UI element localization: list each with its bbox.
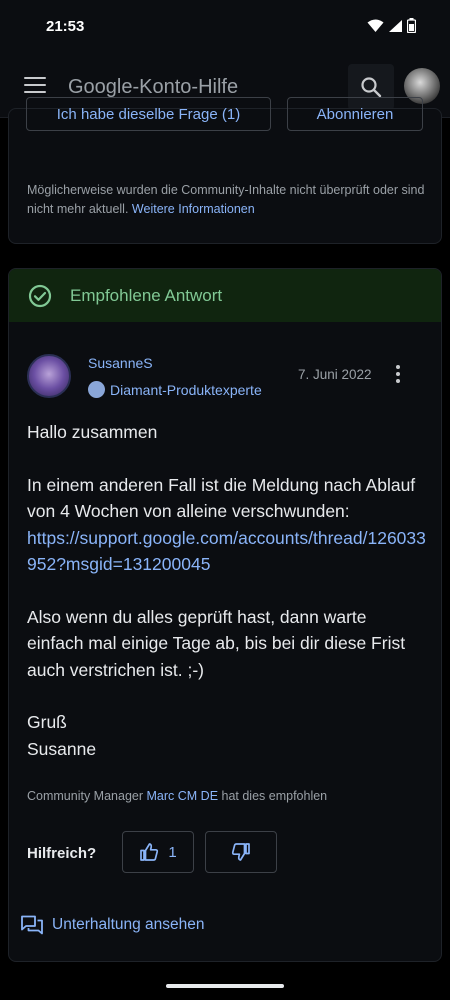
upvote-count: 1: [168, 843, 177, 861]
view-conversation-label: Unterhaltung ansehen: [52, 916, 205, 933]
signature: Susanne: [27, 738, 97, 759]
author-badge: Diamant-Produktexperte: [88, 381, 262, 398]
endorse-suffix: hat dies empfohlen: [218, 789, 328, 803]
same-question-button[interactable]: Ich habe dieselbe Frage (1): [26, 97, 271, 131]
forum-icon: [21, 915, 43, 935]
author-avatar[interactable]: [27, 354, 71, 398]
recommended-answer-card: Empfohlene Antwort SusanneS Diamant-Prod…: [8, 268, 442, 962]
content: Ich habe dieselbe Frage (1) Abonnieren M…: [0, 97, 450, 1000]
status-bar: 21:53: [0, 0, 450, 56]
status-icons: [367, 18, 416, 33]
post-date: 7. Juni 2022: [298, 367, 372, 382]
thumb-up-icon: [140, 843, 159, 861]
badge-icon: [88, 381, 105, 398]
more-vert-icon[interactable]: [394, 365, 402, 387]
thread-link[interactable]: https://support.google.com/accounts/thre…: [27, 528, 426, 575]
check-circle-icon: [28, 284, 52, 307]
upvote-button[interactable]: 1: [122, 831, 194, 873]
recommended-label: Empfohlene Antwort: [70, 285, 223, 305]
answer-body: Hallo zusammen In einem anderen Fall ist…: [27, 419, 427, 762]
author-name[interactable]: SusanneS: [88, 355, 153, 371]
question-card: Ich habe dieselbe Frage (1) Abonnieren M…: [8, 97, 442, 244]
paragraph-2: Also wenn du alles geprüft hast, dann wa…: [27, 606, 406, 680]
battery-icon: [407, 18, 416, 33]
helpful-label: Hilfreich?: [27, 845, 97, 862]
home-indicator[interactable]: [166, 984, 284, 988]
app-title: Google-Konto-Hilfe: [68, 76, 239, 98]
search-icon: [361, 77, 382, 98]
downvote-button[interactable]: [205, 831, 277, 873]
recommended-header: Empfohlene Antwort: [9, 269, 441, 322]
endorse-manager[interactable]: Marc CM DE: [147, 789, 219, 803]
status-time: 21:53: [46, 18, 85, 35]
paragraph-1: In einem anderen Fall ist die Meldung na…: [27, 474, 416, 522]
badge-label[interactable]: Diamant-Produktexperte: [110, 382, 262, 398]
disclaimer: Möglicherweise wurden die Community-Inha…: [27, 181, 427, 219]
signal-icon: [389, 19, 402, 32]
menu-icon[interactable]: [24, 77, 46, 95]
subscribe-button[interactable]: Abonnieren: [287, 97, 423, 131]
view-conversation-link[interactable]: Unterhaltung ansehen: [21, 915, 205, 935]
greeting: Hallo zusammen: [27, 422, 158, 442]
endorse-prefix: Community Manager: [27, 789, 147, 803]
learn-more-link[interactable]: Weitere Informationen: [132, 202, 255, 216]
thumb-down-icon: [231, 843, 250, 861]
wifi-icon: [367, 19, 384, 32]
endorsement: Community Manager Marc CM DE hat dies em…: [27, 789, 327, 803]
sign-off: Gruß: [27, 712, 67, 732]
